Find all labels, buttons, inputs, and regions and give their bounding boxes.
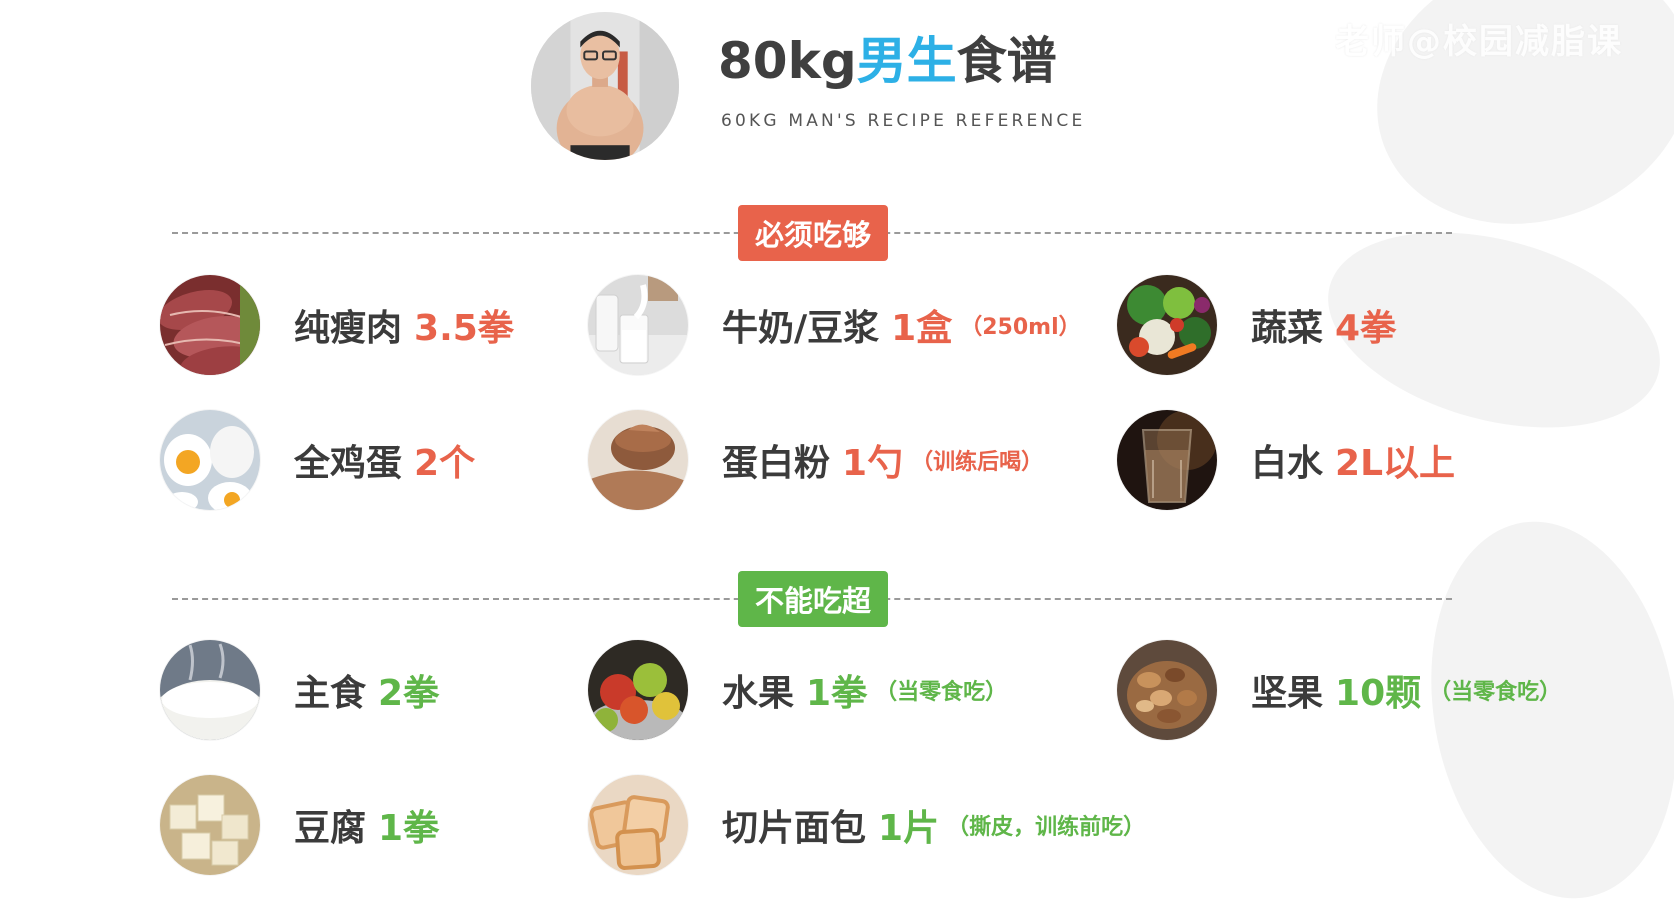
badge-must-eat: 必须吃够 bbox=[738, 205, 888, 261]
rice-icon bbox=[160, 640, 260, 740]
food-amount: 1拳 bbox=[806, 673, 868, 714]
food-item-bread: 切片面包 1片 （撕皮，训练前吃） bbox=[588, 775, 1145, 875]
food-item-tofu: 豆腐 1拳 bbox=[160, 775, 439, 875]
food-item-water: 白水 2L以上 bbox=[1117, 410, 1455, 510]
food-amount: 2L以上 bbox=[1335, 443, 1456, 484]
food-label: 蛋白粉 bbox=[722, 443, 831, 484]
watermark-text: 老师@校园减脂课 bbox=[1335, 22, 1623, 62]
page-subtitle: 60KG MAN'S RECIPE REFERENCE bbox=[721, 111, 1086, 131]
title-accent: 男生 bbox=[856, 32, 957, 90]
vegetables-icon bbox=[1117, 275, 1217, 375]
food-note: （当零食吃） bbox=[875, 680, 1008, 705]
badge-limit: 不能吃超 bbox=[738, 571, 888, 627]
food-amount: 2拳 bbox=[378, 673, 440, 714]
food-note: （训练后喝） bbox=[911, 450, 1044, 475]
food-label: 白水 bbox=[1251, 443, 1324, 484]
food-item-eggs: 全鸡蛋 2个 bbox=[160, 410, 475, 510]
food-item-rice: 主食 2拳 bbox=[160, 640, 439, 740]
milk-icon bbox=[588, 275, 688, 375]
food-note: （撕皮，训练前吃） bbox=[947, 815, 1146, 840]
food-amount: 1盒 bbox=[891, 308, 953, 349]
food-amount: 1拳 bbox=[378, 808, 440, 849]
bread-icon bbox=[588, 775, 688, 875]
food-item-milk: 牛奶/豆浆 1盒 （250ml） bbox=[588, 275, 1081, 375]
food-amount: 4拳 bbox=[1335, 308, 1397, 349]
food-label: 豆腐 bbox=[294, 808, 367, 849]
page-title: 80kg男生食谱 bbox=[718, 36, 1057, 86]
food-amount: 1片 bbox=[878, 808, 940, 849]
food-item-lean-meat: 纯瘦肉 3.5拳 bbox=[160, 275, 514, 375]
food-label: 全鸡蛋 bbox=[294, 443, 403, 484]
food-amount: 2个 bbox=[414, 443, 476, 484]
food-item-protein-powder: 蛋白粉 1勺 （训练后喝） bbox=[588, 410, 1043, 510]
food-item-nuts: 坚果 10颗 （当零食吃） bbox=[1117, 640, 1561, 740]
food-note: （当零食吃） bbox=[1429, 680, 1562, 705]
food-amount: 3.5拳 bbox=[414, 308, 514, 349]
water-glass-icon bbox=[1117, 410, 1217, 510]
lean-meat-icon bbox=[160, 275, 260, 375]
food-label: 纯瘦肉 bbox=[294, 308, 403, 349]
food-label: 水果 bbox=[722, 673, 795, 714]
eggs-icon bbox=[160, 410, 260, 510]
nuts-icon bbox=[1117, 640, 1217, 740]
food-amount: 10颗 bbox=[1335, 673, 1422, 714]
tofu-icon bbox=[160, 775, 260, 875]
food-note: （250ml） bbox=[960, 315, 1081, 340]
avatar bbox=[531, 12, 679, 160]
title-suffix: 食谱 bbox=[956, 32, 1057, 90]
food-label: 牛奶/豆浆 bbox=[722, 308, 880, 349]
food-label: 切片面包 bbox=[722, 808, 867, 849]
title-prefix: 80kg bbox=[718, 32, 857, 90]
food-amount: 1勺 bbox=[842, 443, 904, 484]
food-label: 坚果 bbox=[1251, 673, 1324, 714]
food-label: 蔬菜 bbox=[1251, 308, 1324, 349]
food-label: 主食 bbox=[294, 673, 367, 714]
food-item-fruit: 水果 1拳 （当零食吃） bbox=[588, 640, 1007, 740]
food-item-vegetables: 蔬菜 4拳 bbox=[1117, 275, 1396, 375]
protein-powder-icon bbox=[588, 410, 688, 510]
fruit-icon bbox=[588, 640, 688, 740]
